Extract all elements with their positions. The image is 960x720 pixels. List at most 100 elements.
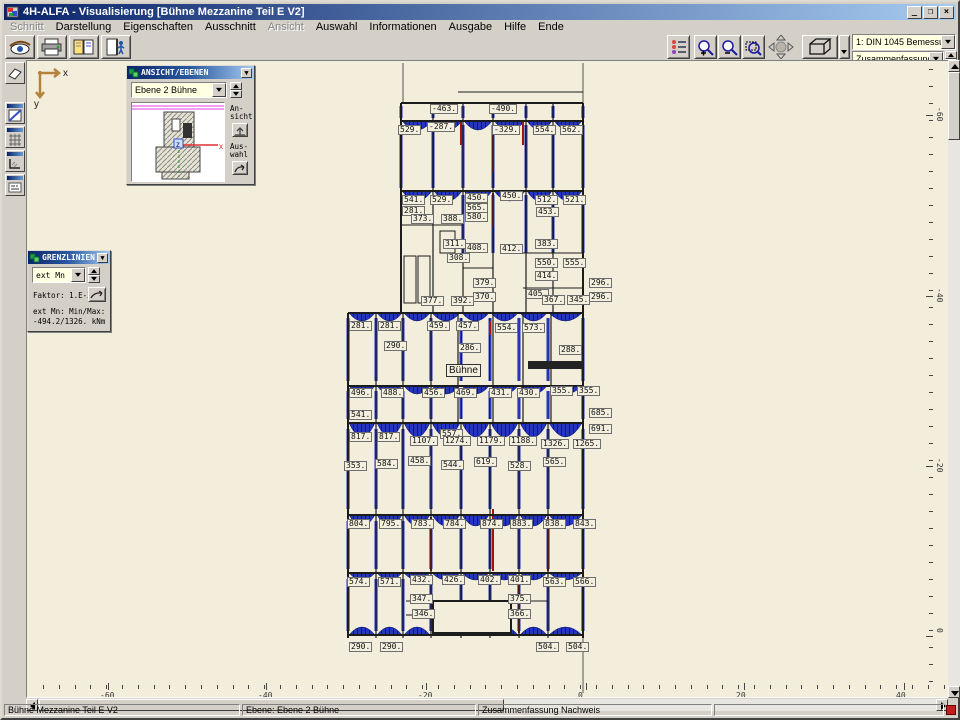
print-button[interactable] (37, 35, 67, 59)
ansicht-apply-button[interactable] (232, 123, 248, 137)
menu-auswahl[interactable]: Auswahl (310, 21, 364, 33)
scroll-thumb[interactable] (948, 72, 960, 140)
moment-label: 367. (542, 295, 565, 305)
combo-arrow-icon[interactable] (941, 35, 955, 49)
ruler-tick (929, 256, 933, 257)
moment-label: 469. (454, 388, 477, 398)
ruler-tick (849, 685, 850, 689)
minimized-palette-axes[interactable] (5, 150, 25, 172)
view-3d-button[interactable] (802, 35, 838, 59)
ruler-label: -40 (258, 691, 272, 698)
ebene-spinner[interactable] (230, 82, 242, 98)
panel-title-bar[interactable]: GRENZLINIEN ▼ (28, 251, 110, 264)
menu-ausgabe[interactable]: Ausgabe (443, 21, 498, 33)
tree-options-button[interactable] (667, 35, 690, 59)
svg-text:y: y (34, 99, 39, 110)
ruler-tick (912, 685, 913, 689)
minimized-palette-values[interactable] (5, 174, 25, 196)
minimized-palette-hatch[interactable] (5, 102, 25, 124)
moment-label: 795. (379, 519, 402, 529)
result-component-select[interactable]: ext Mn (32, 267, 86, 283)
title-bar[interactable]: 4H-ALFA - Visualisierung [Bühne Mezzanin… (4, 4, 956, 20)
book-icon (73, 38, 95, 56)
view-3d-dropdown[interactable] (839, 35, 850, 59)
auswahl-pick-button[interactable] (232, 161, 248, 175)
zoom-in-icon (697, 39, 714, 56)
spin-up-icon[interactable] (945, 51, 957, 59)
moment-label: 401. (508, 575, 531, 585)
panel-collapse-button[interactable]: ▼ (241, 68, 252, 78)
catalog-button[interactable] (69, 35, 99, 59)
close-button[interactable]: × (939, 6, 954, 19)
minimized-palette-mesh[interactable] (5, 126, 25, 148)
status-bar: Bühne Mezzanine Teil E V2 Ebene: Ebene 2… (4, 704, 956, 716)
moment-label: 355. (550, 386, 573, 396)
app-window: 4H-ALFA - Visualisierung [Bühne Mezzanin… (0, 0, 960, 720)
moment-label: 308. (447, 253, 470, 263)
moment-label: 566. (573, 577, 596, 587)
menu-ausschnitt[interactable]: Ausschnitt (199, 21, 262, 33)
moment-label: 402. (478, 575, 501, 585)
ruler-tick (944, 685, 945, 689)
ruler-major-tick (926, 636, 933, 637)
moment-label: 691. (589, 424, 612, 434)
app-icon (6, 5, 20, 19)
ruler-tick (169, 685, 170, 689)
ruler-tick (929, 562, 933, 563)
menu-informationen[interactable]: Informationen (363, 21, 442, 33)
printer-icon (41, 38, 63, 56)
ruler-tick (929, 392, 933, 393)
scroll-up-button[interactable] (948, 60, 960, 72)
ruler-tick (454, 685, 455, 689)
moment-label: 296. (589, 278, 612, 288)
menu-eigenschaften[interactable]: Eigenschaften (117, 21, 199, 33)
ruler-tick (438, 685, 439, 689)
moment-label: 456. (422, 388, 445, 398)
ruler-tick (248, 685, 249, 689)
menu-ende[interactable]: Ende (532, 21, 570, 33)
spin-down-icon[interactable] (88, 275, 100, 283)
panel-title-bar[interactable]: ANSICHT/EBENEN ▼ (127, 66, 254, 79)
minimize-button[interactable]: _ (907, 6, 922, 19)
ruler-tick (628, 685, 629, 689)
spin-up-icon[interactable] (88, 267, 100, 275)
plane-icon (6, 64, 24, 84)
exit-button[interactable] (101, 35, 131, 59)
zoom-in-button[interactable] (694, 35, 717, 59)
ruler-tick (154, 685, 155, 689)
ruler-tick (90, 685, 91, 689)
component-spinner[interactable] (88, 267, 100, 283)
menu-hilfe[interactable]: Hilfe (498, 21, 532, 33)
plan-preview[interactable]: z x (131, 102, 225, 182)
spin-down-icon[interactable] (230, 90, 242, 98)
moment-label: 377. (421, 296, 444, 306)
combo-arrow-icon[interactable] (212, 83, 226, 97)
menu-darstellung[interactable]: Darstellung (50, 21, 118, 33)
zoom-out-button[interactable] (718, 35, 741, 59)
panel-collapse-button[interactable]: ▼ (97, 253, 108, 263)
menu-ansicht: Ansicht (262, 21, 310, 33)
ruler-tick (501, 685, 502, 689)
ruler-tick (485, 685, 486, 689)
spin-up-icon[interactable] (230, 82, 242, 90)
zoom-window-button[interactable] (742, 35, 765, 59)
ruler-tick (786, 685, 787, 689)
scroll-track[interactable] (948, 60, 960, 698)
ruler-major-tick (266, 683, 267, 690)
design-code-select[interactable]: 1: DIN 1045 Bemessung (852, 34, 956, 50)
combo-arrow-icon[interactable] (71, 268, 85, 282)
ruler-tick (343, 685, 344, 689)
ruler-tick (929, 409, 933, 410)
faktor-edit-button[interactable] (88, 287, 106, 302)
ruler-tick (929, 290, 933, 291)
ebene-select[interactable]: Ebene 2 Bühne (131, 82, 227, 98)
maximize-button[interactable]: ❐ (923, 6, 938, 19)
ruler-tick (470, 685, 471, 689)
moment-label: 290. (384, 341, 407, 351)
mini-titlebar (7, 104, 23, 108)
view-settings-button[interactable] (5, 35, 35, 59)
plane-view-button[interactable] (5, 62, 25, 84)
ruler-tick (929, 664, 933, 665)
pan-button[interactable] (766, 35, 796, 59)
scroll-down-button[interactable] (948, 686, 960, 698)
